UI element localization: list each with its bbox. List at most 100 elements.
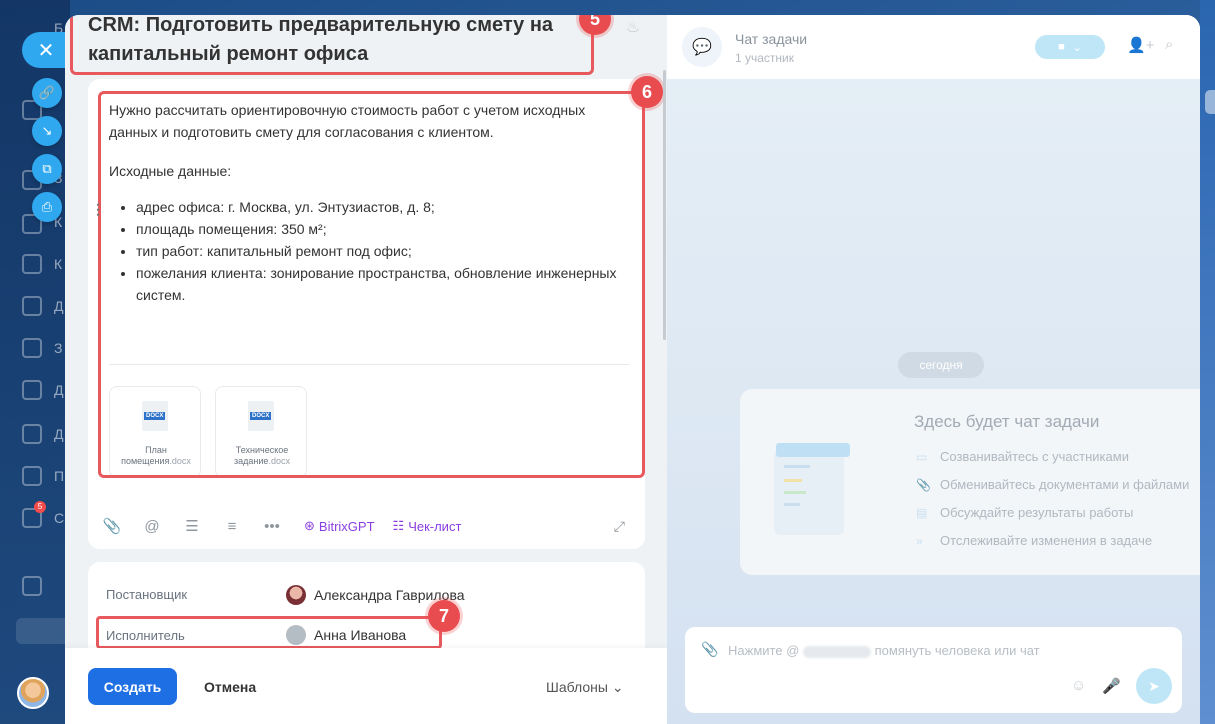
sidebar-item-icon — [22, 576, 42, 596]
link-icon: 🔗 — [38, 85, 56, 100]
microphone-icon[interactable]: 🎤 — [1102, 677, 1121, 695]
message-composer[interactable]: 📎 Нажмите @ помянуть человека или чат ☺ … — [685, 627, 1182, 713]
forward-icon: » — [916, 533, 923, 548]
empty-state-item: » Отслеживайте изменения в задаче — [916, 533, 1153, 548]
add-user-icon[interactable]: 👤+ — [1127, 36, 1154, 54]
paperclip-icon: 📎 — [916, 477, 931, 492]
chat-title: Чат задачи — [735, 31, 808, 47]
sidebar-letter: Д — [54, 382, 64, 398]
external-link-icon: ⧉ — [42, 161, 52, 176]
file-name: Техническое задание.docx — [234, 445, 290, 466]
form-footer: Создать Отмена Шаблоны ⌄ — [65, 648, 667, 724]
bitrix-gpt-button[interactable]: ⊛ BitrixGPT — [304, 518, 375, 534]
checklist-button[interactable]: ☷ Чек-лист — [393, 518, 462, 534]
background-tab — [1205, 90, 1215, 114]
send-icon: ➤ — [1148, 677, 1160, 694]
empty-state-title: Здесь будет чат задачи — [914, 412, 1100, 431]
paperclip-icon[interactable]: 📎 — [96, 517, 128, 535]
copy-link-button[interactable]: 🔗 — [32, 78, 62, 108]
editor-toolbar: 📎 @ ☰ ≡ ••• ⊛ BitrixGPT ☷ Чек-лист ⤢ — [88, 505, 645, 547]
description-editor[interactable]: Нужно рассчитать ориентировочную стоимос… — [98, 91, 645, 478]
expand-editor-icon[interactable]: ⤢ — [614, 518, 625, 535]
scrollbar[interactable] — [663, 70, 666, 340]
empty-state-item: 📎 Обменивайтесь документами и файлами — [916, 477, 1190, 492]
mention-icon[interactable]: @ — [136, 518, 168, 535]
checklist-icon: ☷ — [392, 518, 405, 533]
bullet-list-icon[interactable]: ☰ — [176, 517, 208, 535]
chat-illustration — [774, 443, 850, 535]
left-sidebar: Б З К К Д З Д Д П С 5 — [0, 0, 70, 724]
sidebar-item-icon — [22, 338, 42, 358]
task-chat: 💬 Чат задачи 1 участник ■ ⌄ 👤+ ⌕ сегодня … — [667, 15, 1200, 724]
paperclip-icon[interactable]: 📎 — [701, 641, 718, 658]
search-icon[interactable]: ⌕ — [1165, 36, 1173, 53]
emoji-icon[interactable]: ☺ — [1071, 677, 1086, 694]
task-title-input[interactable]: CRM: Подготовить предварительную смету н… — [88, 15, 588, 69]
create-button[interactable]: Создать — [88, 668, 177, 705]
flame-icon[interactable]: ♨ — [623, 17, 643, 37]
assignee-label: Исполнитель — [106, 628, 185, 643]
description-source-label: Исходные данные: — [109, 163, 232, 179]
video-camera-icon: ▭ — [916, 449, 928, 464]
chat-header: 💬 Чат задачи 1 участник ■ ⌄ 👤+ ⌕ — [667, 15, 1200, 79]
sidebar-item-icon — [22, 466, 42, 486]
sidebar-counter-badge: 5 — [34, 501, 46, 513]
send-button[interactable]: ➤ — [1136, 668, 1172, 704]
chevron-down-icon: ⌄ — [1072, 41, 1082, 54]
cancel-button[interactable]: Отмена — [204, 679, 256, 695]
gpt-icon: ⊛ — [304, 518, 315, 533]
task-slider-panel: CRM: Подготовить предварительную смету н… — [65, 15, 1200, 724]
sidebar-letter: С — [54, 510, 65, 526]
print-icon: ⎙ — [41, 199, 53, 214]
date-separator: сегодня — [898, 352, 984, 378]
user-avatar[interactable] — [17, 677, 49, 709]
description-list: адрес офиса: г. Москва, ул. Энтузиастов,… — [136, 196, 629, 306]
description-list-item: площадь помещения: 350 м²; — [136, 218, 629, 240]
print-button[interactable]: ⎙ — [32, 192, 62, 222]
docx-file-icon: DOCX — [142, 401, 168, 431]
chat-empty-state: Здесь будет чат задачи ▭ Созванивайтесь с… — [740, 389, 1200, 575]
sidebar-item-icon — [22, 296, 42, 316]
document-icon: ▤ — [916, 505, 928, 520]
avatar — [286, 625, 306, 645]
open-new-window-button[interactable]: ⧉ — [32, 154, 62, 184]
video-camera-icon: ■ — [1058, 41, 1065, 53]
description-list-item: пожелания клиента: зонирование пространс… — [136, 262, 629, 306]
templates-dropdown[interactable]: Шаблоны ⌄ — [546, 679, 624, 696]
file-attachment[interactable]: DOCX План помещения.docx — [109, 386, 201, 475]
callout-badge-6: 6 — [631, 76, 663, 108]
numbered-list-icon[interactable]: ≡ — [216, 518, 248, 535]
assignee-name: Анна Иванова — [314, 627, 407, 643]
assignee-field[interactable]: Анна Иванова — [286, 625, 406, 645]
sidebar-letter: Д — [54, 426, 64, 442]
message-input[interactable]: Нажмите @ помянуть человека или чат — [728, 643, 1040, 658]
file-name: План помещения.docx — [121, 445, 191, 466]
description-text: Нужно рассчитать ориентировочную стоимос… — [109, 99, 629, 306]
callout-badge-7: 7 — [428, 600, 460, 632]
drag-handle-icon[interactable]: ⋮ — [91, 201, 105, 218]
empty-state-item: ▭ Созванивайтесь с участниками — [916, 449, 1129, 464]
close-icon: ✕ — [37, 39, 55, 62]
description-card: Нужно рассчитать ориентировочную стоимос… — [88, 76, 663, 549]
empty-state-item: ▤ Обсуждайте результаты работы — [916, 505, 1134, 520]
minimize-button[interactable]: ↘ — [32, 116, 62, 146]
close-slider-button[interactable]: ✕ — [22, 32, 70, 68]
arrow-down-right-icon: ↘ — [41, 123, 53, 138]
chat-icon: 💬 — [682, 27, 722, 67]
description-list-item: тип работ: капитальный ремонт под офис; — [136, 240, 629, 262]
more-icon[interactable]: ••• — [256, 518, 288, 535]
sidebar-item-icon — [22, 380, 42, 400]
avatar — [286, 585, 306, 605]
description-list-item: адрес офиса: г. Москва, ул. Энтузиастов,… — [136, 196, 629, 218]
creator-label: Постановщик — [106, 587, 188, 602]
sidebar-item-icon — [22, 424, 42, 444]
sidebar-letter: З — [54, 340, 63, 356]
docx-file-icon: DOCX — [248, 401, 274, 431]
sidebar-collapsed-item — [16, 618, 70, 644]
video-call-button[interactable]: ■ ⌄ — [1035, 35, 1105, 59]
sidebar-item-icon — [22, 254, 42, 274]
file-attachment[interactable]: DOCX Техническое задание.docx — [215, 386, 307, 475]
blurred-text — [803, 645, 871, 658]
task-form: CRM: Подготовить предварительную смету н… — [65, 15, 667, 724]
sidebar-letter: П — [54, 468, 65, 484]
